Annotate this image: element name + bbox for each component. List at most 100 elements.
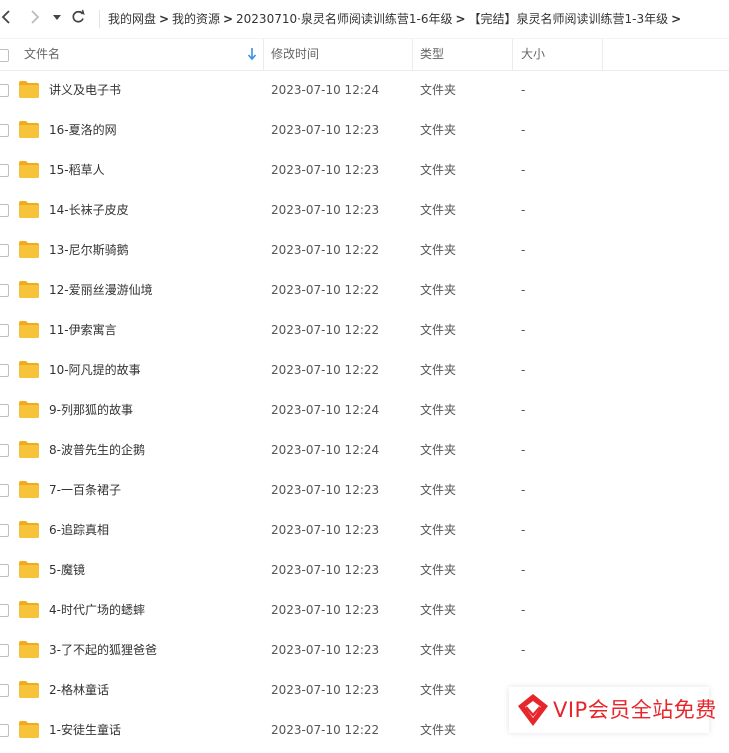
file-row[interactable]: 9-列那狐的故事 2023-07-10 12:24 文件夹 - <box>0 390 729 430</box>
file-modified-time: 2023-07-10 12:23 <box>271 683 380 697</box>
breadcrumb-separator-icon: > <box>223 12 234 26</box>
folder-icon <box>19 201 39 218</box>
file-size: - <box>521 523 526 537</box>
column-header-name[interactable]: 文件名 <box>24 39 60 70</box>
column-header-type[interactable]: 类型 <box>420 39 444 70</box>
file-type: 文件夹 <box>420 643 457 657</box>
file-modified-time: 2023-07-10 12:22 <box>271 283 380 297</box>
row-checkbox[interactable] <box>0 124 9 137</box>
sort-down-arrow-icon[interactable] <box>247 47 257 61</box>
file-type: 文件夹 <box>420 523 457 537</box>
column-header-size[interactable]: 大小 <box>521 39 545 70</box>
file-row[interactable]: 11-伊索寓言 2023-07-10 12:22 文件夹 - <box>0 310 729 350</box>
file-name[interactable]: 讲义及电子书 <box>49 70 121 110</box>
file-name[interactable]: 2-格林童话 <box>49 670 109 710</box>
file-modified-time: 2023-07-10 12:24 <box>271 443 380 457</box>
forward-button[interactable] <box>28 9 42 29</box>
file-row[interactable]: 7-一百条裙子 2023-07-10 12:23 文件夹 - <box>0 470 729 510</box>
file-row[interactable]: 10-阿凡提的故事 2023-07-10 12:22 文件夹 - <box>0 350 729 390</box>
folder-icon <box>19 401 39 418</box>
file-type: 文件夹 <box>420 363 457 377</box>
file-name[interactable]: 14-长袜子皮皮 <box>49 190 129 230</box>
row-checkbox[interactable] <box>0 604 9 617</box>
file-name[interactable]: 1-安徒生童话 <box>49 710 121 750</box>
file-modified-time: 2023-07-10 12:23 <box>271 643 380 657</box>
refresh-button[interactable] <box>69 9 87 29</box>
row-checkbox[interactable] <box>0 484 9 497</box>
file-name[interactable]: 7-一百条裙子 <box>49 470 121 510</box>
file-size: - <box>521 163 526 177</box>
file-row[interactable]: 4-时代广场的蟋蟀 2023-07-10 12:23 文件夹 - <box>0 590 729 630</box>
file-row[interactable]: 14-长袜子皮皮 2023-07-10 12:23 文件夹 - <box>0 190 729 230</box>
row-checkbox[interactable] <box>0 364 9 377</box>
row-checkbox[interactable] <box>0 204 9 217</box>
file-name[interactable]: 4-时代广场的蟋蟀 <box>49 590 145 630</box>
file-type: 文件夹 <box>420 323 457 337</box>
breadcrumb-item[interactable]: 我的网盘 <box>108 10 156 28</box>
folder-icon <box>19 161 39 178</box>
file-name[interactable]: 11-伊索寓言 <box>49 310 117 350</box>
navigation-bar: 我的网盘 > 我的资源 >20230710·泉灵名师阅读训练营1-6年级 > 【完结】泉灵… <box>0 0 729 38</box>
file-name[interactable]: 6-追踪真相 <box>49 510 109 550</box>
file-list-header: 文件名 修改时间 类型 大小 <box>0 38 729 71</box>
file-name[interactable]: 5-魔镜 <box>49 550 85 590</box>
file-row[interactable]: 6-追踪真相 2023-07-10 12:23 文件夹 - <box>0 510 729 550</box>
file-size: - <box>521 323 526 337</box>
column-divider[interactable] <box>602 39 603 70</box>
file-row[interactable]: 16-夏洛的网 2023-07-10 12:23 文件夹 - <box>0 110 729 150</box>
file-name[interactable]: 12-爱丽丝漫游仙境 <box>49 270 153 310</box>
vip-promo-badge[interactable]: VIP会员全站免费 <box>509 687 716 733</box>
file-row[interactable]: 5-魔镜 2023-07-10 12:23 文件夹 - <box>0 550 729 590</box>
row-checkbox[interactable] <box>0 444 9 457</box>
file-name[interactable]: 15-稻草人 <box>49 150 105 190</box>
chevron-right-icon <box>31 10 40 24</box>
breadcrumb-item[interactable]: 【完结】泉灵名师阅读训练营1-3年级 <box>469 10 669 28</box>
file-row[interactable]: 12-爱丽丝漫游仙境 2023-07-10 12:22 文件夹 - <box>0 270 729 310</box>
file-row[interactable]: 讲义及电子书 2023-07-10 12:24 文件夹 - <box>0 70 729 110</box>
file-size: - <box>521 363 526 377</box>
breadcrumb-item[interactable]: 20230710·泉灵名师阅读训练营1-6年级 <box>236 10 453 28</box>
file-row[interactable]: 8-波普先生的企鹅 2023-07-10 12:24 文件夹 - <box>0 430 729 470</box>
column-header-modified[interactable]: 修改时间 <box>271 39 319 70</box>
file-modified-time: 2023-07-10 12:22 <box>271 243 380 257</box>
history-dropdown-button[interactable] <box>51 9 63 29</box>
breadcrumb-separator-icon: > <box>158 12 170 26</box>
row-checkbox[interactable] <box>0 684 9 697</box>
column-divider[interactable] <box>412 39 413 70</box>
row-checkbox[interactable] <box>0 404 9 417</box>
row-checkbox[interactable] <box>0 724 9 737</box>
file-name[interactable]: 3-了不起的狐狸爸爸 <box>49 630 157 670</box>
caret-down-icon <box>53 15 61 20</box>
file-name[interactable]: 13-尼尔斯骑鹅 <box>49 230 129 270</box>
file-type: 文件夹 <box>420 163 457 177</box>
row-checkbox[interactable] <box>0 524 9 537</box>
select-all-checkbox[interactable] <box>0 49 9 62</box>
file-name[interactable]: 9-列那狐的故事 <box>49 390 133 430</box>
file-row[interactable]: 15-稻草人 2023-07-10 12:23 文件夹 - <box>0 150 729 190</box>
row-checkbox[interactable] <box>0 284 9 297</box>
file-type: 文件夹 <box>420 203 457 217</box>
file-name[interactable]: 16-夏洛的网 <box>49 110 117 150</box>
file-type: 文件夹 <box>420 283 457 297</box>
row-checkbox[interactable] <box>0 84 9 97</box>
file-type: 文件夹 <box>420 443 457 457</box>
file-name[interactable]: 10-阿凡提的故事 <box>49 350 141 390</box>
column-divider[interactable] <box>512 39 513 70</box>
breadcrumb: 我的网盘 > 我的资源 >20230710·泉灵名师阅读训练营1-6年级 > 【完结】泉灵… <box>108 10 684 28</box>
row-checkbox[interactable] <box>0 164 9 177</box>
column-divider[interactable] <box>263 39 264 70</box>
nav-divider <box>99 10 100 28</box>
row-checkbox[interactable] <box>0 324 9 337</box>
file-size: - <box>521 83 526 97</box>
row-checkbox[interactable] <box>0 564 9 577</box>
row-checkbox[interactable] <box>0 644 9 657</box>
breadcrumb-item[interactable]: 我的资源 <box>172 10 220 28</box>
folder-icon <box>19 601 39 618</box>
row-checkbox[interactable] <box>0 244 9 257</box>
back-button[interactable] <box>0 9 12 29</box>
file-row[interactable]: 3-了不起的狐狸爸爸 2023-07-10 12:23 文件夹 - <box>0 630 729 670</box>
folder-icon <box>19 641 39 658</box>
file-row[interactable]: 13-尼尔斯骑鹅 2023-07-10 12:22 文件夹 - <box>0 230 729 270</box>
file-name[interactable]: 8-波普先生的企鹅 <box>49 430 145 470</box>
folder-icon <box>19 321 39 338</box>
